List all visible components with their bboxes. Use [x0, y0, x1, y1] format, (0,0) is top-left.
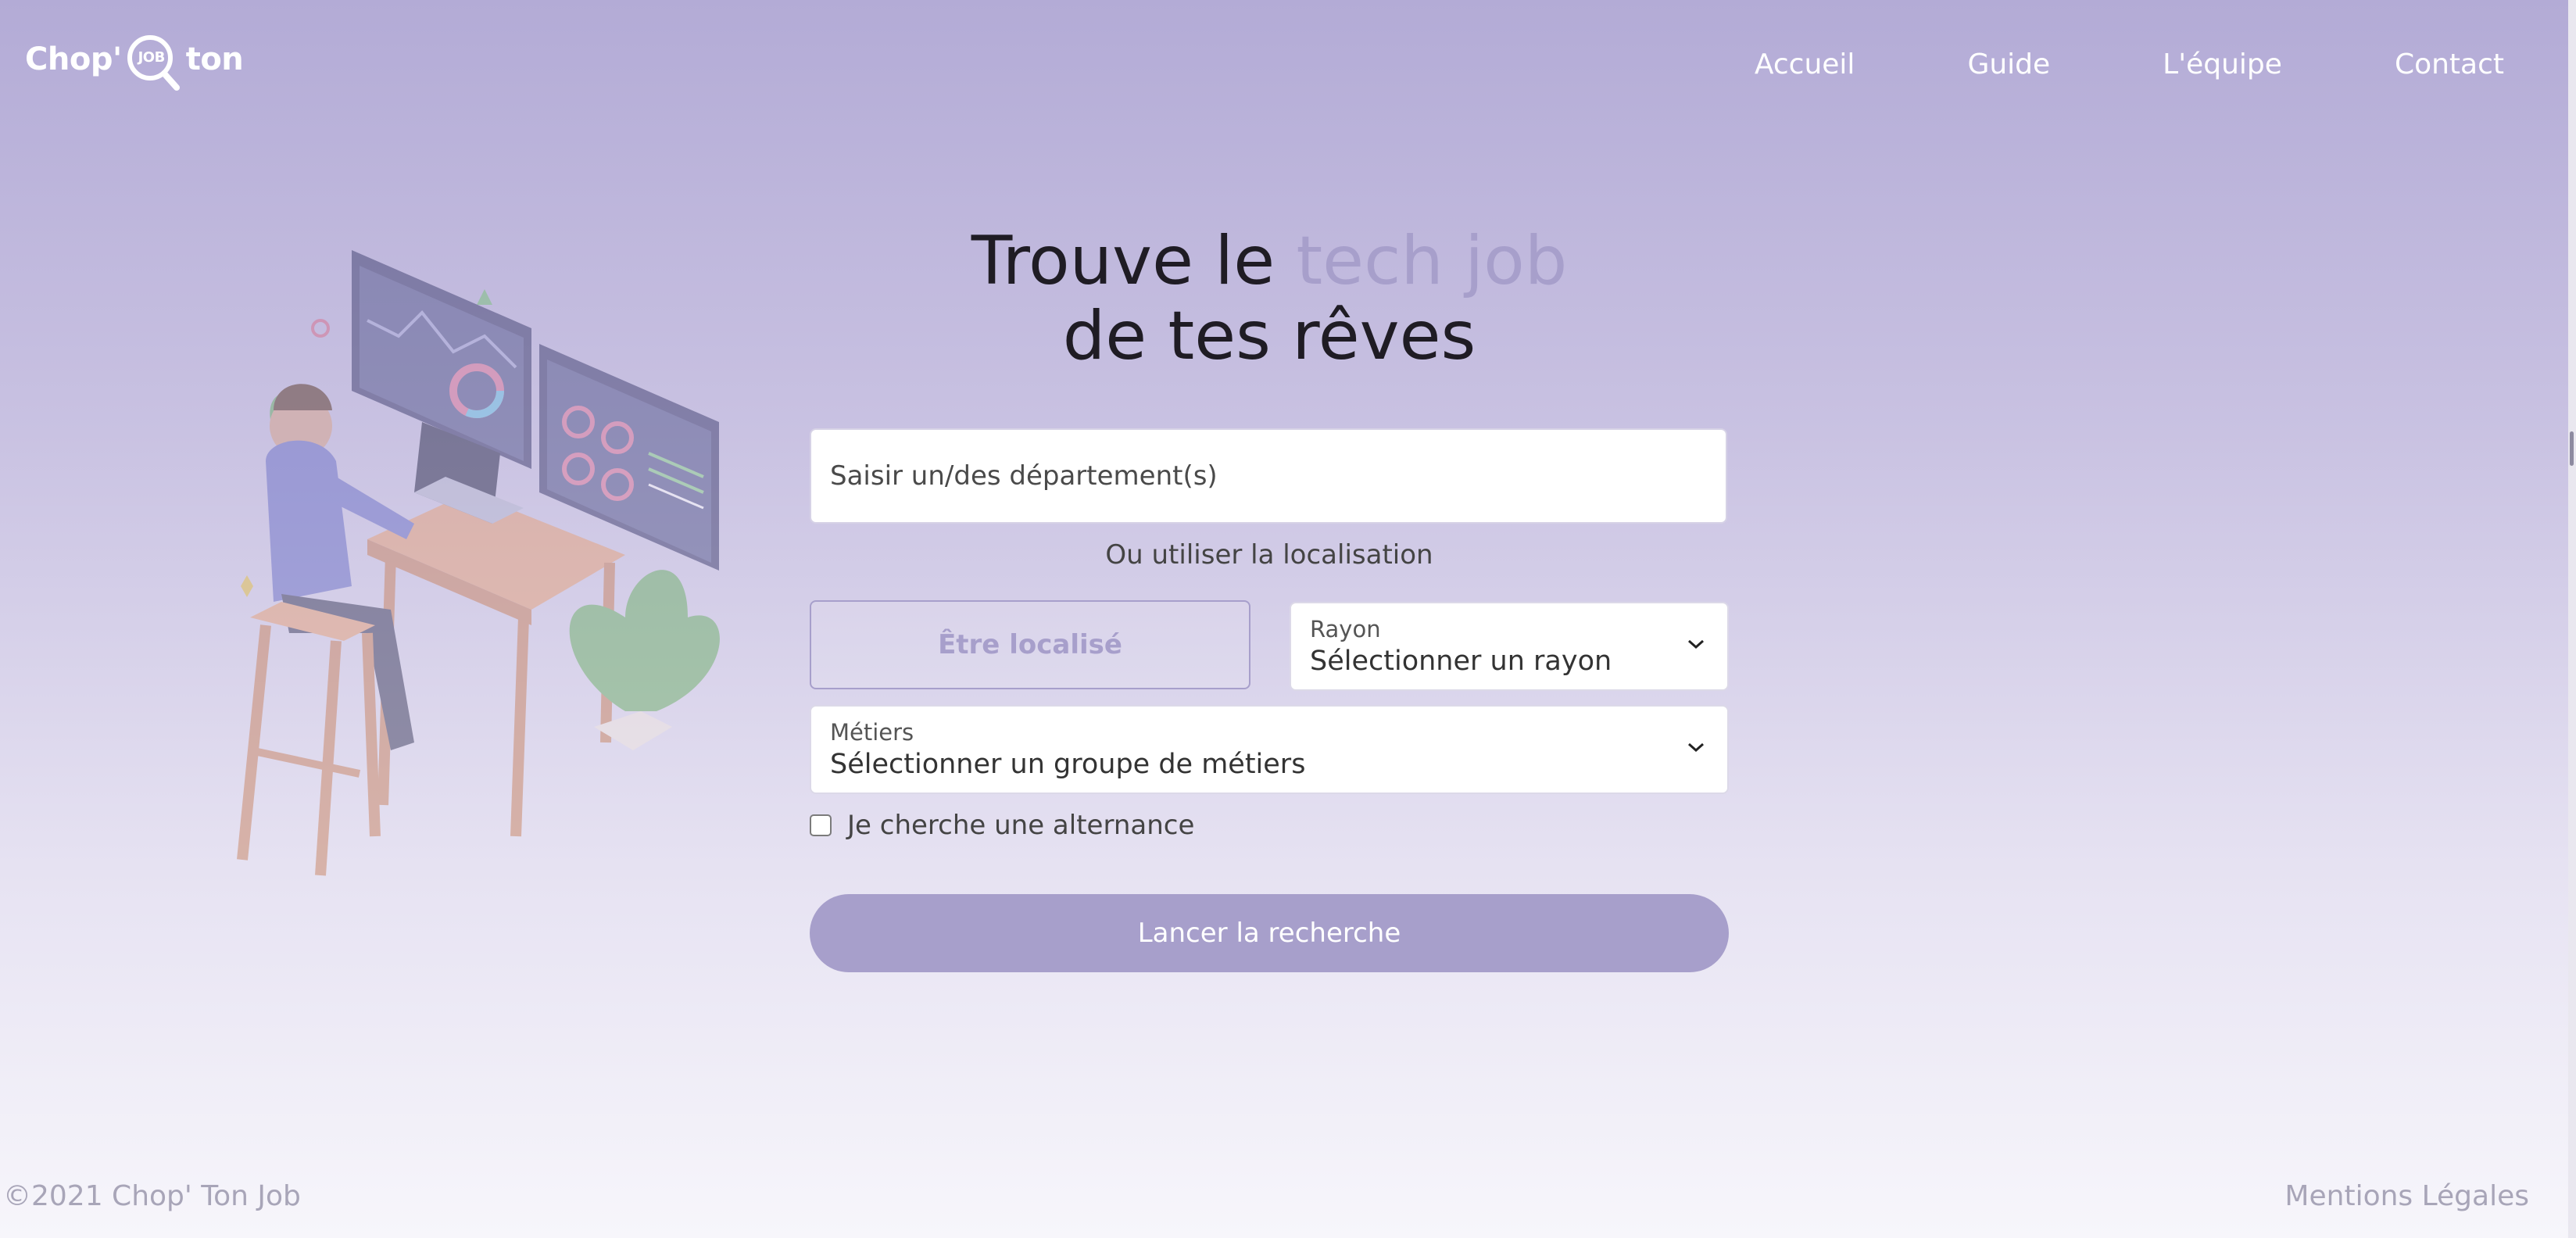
nav-accueil[interactable]: Accueil	[1755, 48, 1855, 81]
page: Chop' JOB ton Accueil Guide L'équipe Con…	[0, 0, 2568, 1238]
rayon-value: Sélectionner un rayon	[1310, 646, 1612, 677]
chevron-down-icon	[1687, 638, 1705, 653]
or-location-text: Ou utiliser la localisation	[1105, 539, 1433, 571]
magnifier-icon: JOB	[127, 34, 180, 91]
site-logo[interactable]: Chop' JOB ton	[25, 31, 244, 91]
rayon-label: Rayon	[1310, 616, 1381, 642]
scrollbar-thumb[interactable]	[2570, 431, 2574, 466]
hero-title-prefix: Trouve le	[971, 222, 1297, 300]
logo-text-left: Chop'	[25, 41, 122, 77]
alternance-label[interactable]: Je cherche une alternance	[847, 810, 1194, 841]
rayon-select[interactable]: Rayon Sélectionner un rayon	[1290, 602, 1729, 691]
logo-text-right: ton	[185, 41, 244, 77]
nav-contact[interactable]: Contact	[2395, 48, 2504, 81]
metiers-value: Sélectionner un groupe de métiers	[830, 749, 1306, 780]
alternance-checkbox[interactable]	[810, 814, 832, 836]
nav-equipe[interactable]: L'équipe	[2163, 48, 2282, 81]
nav-guide[interactable]: Guide	[1967, 48, 2050, 81]
alternance-option[interactable]: Je cherche une alternance	[810, 810, 1194, 841]
metiers-select[interactable]: Métiers Sélectionner un groupe de métier…	[810, 705, 1729, 794]
hero-title-line1: Trouve le tech job	[810, 224, 1729, 299]
logo-job-word: JOB	[138, 49, 166, 66]
locate-me-button[interactable]: Être localisé	[810, 600, 1250, 689]
chevron-down-icon	[1687, 741, 1705, 757]
department-input[interactable]	[810, 428, 1727, 524]
footer-copyright: ©2021 Chop' Ton Job	[3, 1180, 301, 1212]
legal-notice-link[interactable]: Mentions Légales	[2284, 1180, 2529, 1212]
launch-search-button[interactable]: Lancer la recherche	[810, 894, 1729, 972]
page-scrollbar[interactable]	[2568, 0, 2576, 1238]
hero-title-line2: de tes rêves	[1062, 297, 1476, 375]
developer-at-desk-illustration	[219, 242, 750, 883]
hero-title: Trouve le tech job de tes rêves	[810, 224, 1729, 374]
hero-title-accent: tech job	[1296, 222, 1568, 300]
metiers-label: Métiers	[830, 719, 914, 746]
main-nav: Accueil Guide L'équipe Contact	[1642, 48, 2504, 81]
